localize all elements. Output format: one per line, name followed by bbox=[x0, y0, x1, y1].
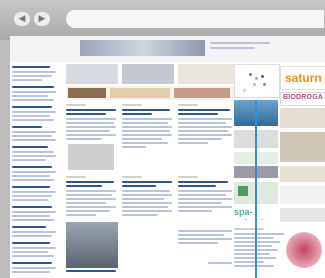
banner-graphic bbox=[110, 88, 170, 98]
ad-image[interactable] bbox=[280, 166, 325, 182]
left-sidebar bbox=[12, 64, 60, 278]
article-image bbox=[178, 64, 234, 84]
ad-photo[interactable] bbox=[280, 132, 325, 162]
forward-button[interactable]: ▶ bbox=[34, 12, 50, 26]
browser-toolbar: ◀ ▶ bbox=[0, 0, 325, 40]
banner-photo bbox=[68, 88, 106, 98]
flower-image bbox=[286, 232, 322, 268]
section-heading bbox=[66, 270, 116, 272]
article-image bbox=[66, 64, 118, 84]
news-column bbox=[66, 104, 118, 274]
address-bar[interactable] bbox=[66, 10, 324, 28]
header-banner-image bbox=[80, 40, 205, 56]
saturn-logo: saturn bbox=[285, 71, 322, 85]
browser-window: ◀ ▶ saturn BIODROGA spa- bbox=[0, 0, 325, 278]
news-column bbox=[178, 104, 234, 274]
article-image bbox=[122, 64, 174, 84]
back-button[interactable]: ◀ bbox=[14, 12, 30, 26]
ad-saturn[interactable]: saturn bbox=[280, 66, 325, 90]
ad-image[interactable] bbox=[280, 186, 325, 204]
ad-biodroga[interactable]: BIODROGA bbox=[280, 92, 325, 106]
ad-image[interactable] bbox=[280, 108, 325, 128]
news-column bbox=[122, 104, 174, 274]
ad-image[interactable] bbox=[280, 208, 325, 222]
web-page: saturn BIODROGA spa-net.net bbox=[10, 36, 325, 278]
cursor-guide-line bbox=[255, 100, 257, 278]
header-text-line bbox=[210, 47, 255, 49]
side-text-box bbox=[234, 226, 325, 278]
header-text-line bbox=[210, 42, 270, 44]
ad-logo-dots[interactable] bbox=[234, 64, 280, 98]
biodroga-logo: BIODROGA bbox=[283, 94, 324, 101]
banner-photo bbox=[174, 88, 230, 98]
ad-logo-mark bbox=[238, 186, 248, 196]
